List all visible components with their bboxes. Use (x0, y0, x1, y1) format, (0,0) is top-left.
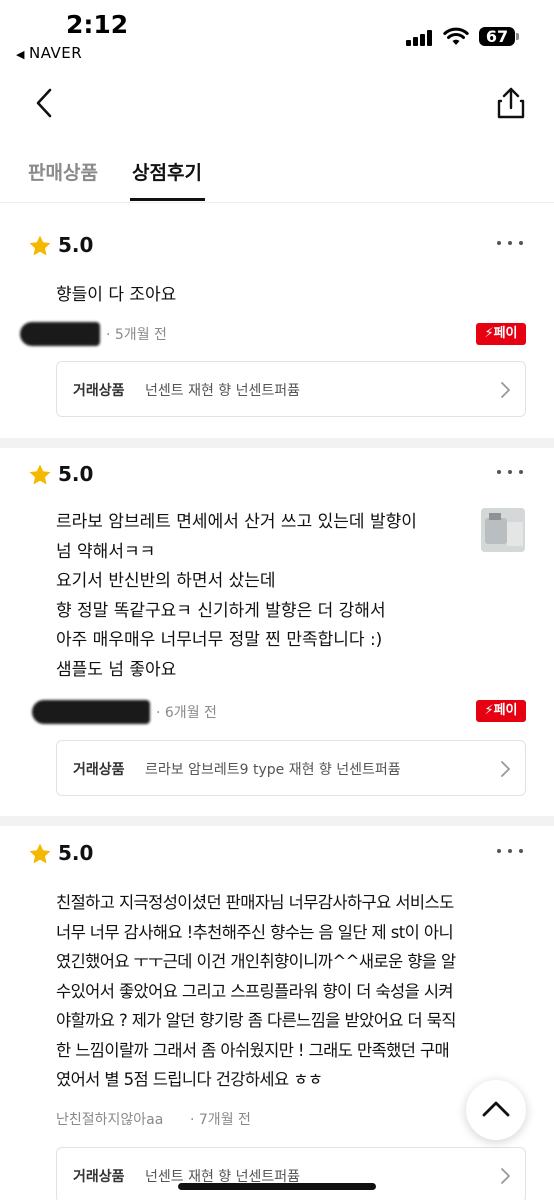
review-text: 르라보 암브레트 면세에서 산거 쓰고 있는데 발향이 넘 약해서ㅋㅋ 요기서 … (56, 512, 417, 680)
product-link[interactable]: 거래상품 르라보 암브레트9 type 재현 향 넌센트퍼퓸 (56, 740, 526, 796)
product-name: 넌센트 재현 향 넌센트퍼퓸 (145, 383, 301, 399)
status-time: 2:12 (66, 10, 129, 39)
reviewer-name: 난친절하지않아aa (56, 1112, 164, 1128)
perfume-photo-icon (481, 508, 525, 552)
review-divider (0, 816, 554, 826)
product-link[interactable]: 거래상품 넌센트 재현 향 넌센트퍼퓸 (56, 1147, 526, 1200)
back-app-label: NAVER (28, 44, 83, 62)
shop-tabs: 판매상품 상점후기 (0, 150, 554, 202)
back-arrow-icon[interactable] (28, 86, 60, 120)
share-icon[interactable] (494, 86, 528, 120)
review-photo-thumbnail[interactable] (481, 508, 525, 552)
product-link[interactable]: 거래상품 넌센트 재현 향 넌센트퍼퓸 (56, 361, 526, 417)
star-icon (29, 464, 51, 485)
status-bar: 2:12 ◀ NAVER 67 (0, 0, 554, 70)
tab-shop-reviews[interactable]: 상점후기 (132, 158, 202, 185)
star-icon (29, 235, 51, 256)
more-icon[interactable] (497, 241, 525, 249)
review-divider (0, 438, 554, 448)
product-name: 르라보 암브레트9 type 재현 향 넌센트퍼퓸 (145, 762, 401, 778)
review-text: 친절하고 지극정성이셨던 판매자님 너무감사하구요 서비스도 너무 너무 감사해… (56, 893, 456, 1089)
chevron-right-icon (501, 761, 510, 777)
tab-sales-products[interactable]: 판매상품 (28, 158, 98, 185)
battery-icon: 67 (479, 27, 515, 46)
wifi-icon (443, 27, 469, 45)
active-tab-indicator (130, 198, 205, 201)
redacted-reviewer-name (20, 322, 100, 346)
chevron-right-icon (501, 1168, 510, 1184)
chevron-up-icon (482, 1101, 510, 1117)
product-label: 거래상품 (73, 383, 125, 399)
product-label: 거래상품 (73, 1169, 125, 1185)
scroll-to-top-button[interactable] (466, 1080, 526, 1140)
tabs-divider (0, 202, 554, 203)
battery-cap (516, 33, 519, 40)
rating-value: 5.0 (58, 233, 94, 257)
more-icon[interactable] (497, 849, 525, 857)
home-indicator[interactable] (178, 1183, 376, 1190)
review-text: 향들이 다 조아요 (56, 285, 177, 305)
pay-badge: ⚡페이 (476, 323, 526, 345)
more-icon[interactable] (497, 470, 525, 478)
signal-icon (406, 30, 434, 46)
back-to-app[interactable]: ◀ NAVER (16, 44, 82, 62)
review-date: · 5개월 전 (106, 327, 167, 343)
chevron-right-icon (501, 382, 510, 398)
review-date: · 7개월 전 (190, 1112, 251, 1128)
rating-value: 5.0 (58, 462, 94, 486)
star-icon (29, 843, 51, 864)
pay-badge: ⚡페이 (476, 700, 526, 722)
product-label: 거래상품 (73, 762, 125, 778)
rating-value: 5.0 (58, 841, 94, 865)
review-date: · 6개월 전 (156, 705, 217, 721)
redacted-reviewer-name (32, 700, 150, 724)
